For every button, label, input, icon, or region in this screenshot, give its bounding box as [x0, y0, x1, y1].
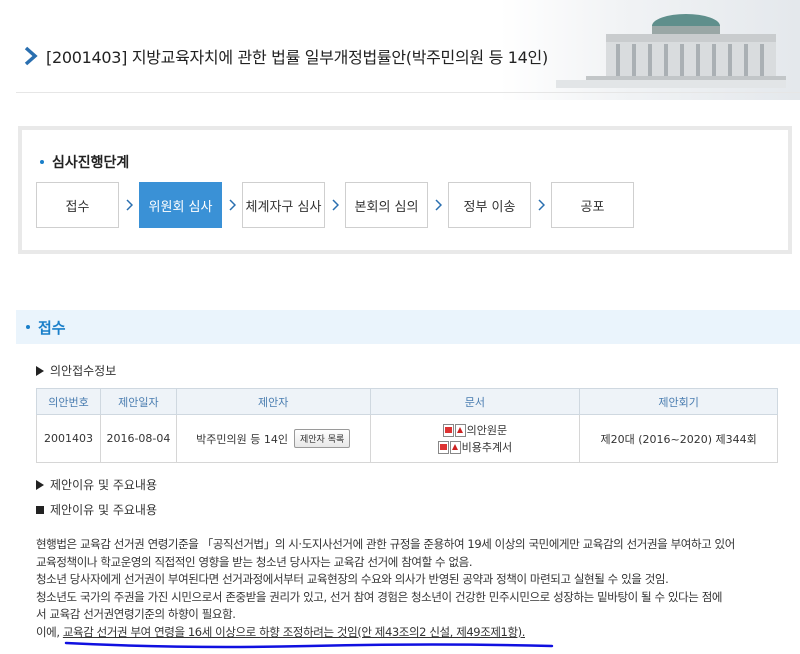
page-title-row: [2001403] 지방교육자치에 관한 법률 일부개정법률안(박주민의원 등 … — [24, 44, 548, 68]
pen-underline-annotation — [64, 641, 554, 649]
chevron-right-icon — [428, 199, 448, 211]
stage-title: 심사진행단계 — [40, 152, 129, 172]
col-header-proposer: 제안자 — [175, 388, 371, 415]
reason-body: 현행법은 교육감 선거권 연령기준을 「공직선거법」의 시·도지사선거에 관한 … — [36, 536, 786, 642]
header-divider — [16, 92, 800, 93]
chevron-right-icon — [531, 199, 551, 211]
step-plenary[interactable]: 본회의 심의 — [345, 182, 428, 228]
doc-link-cost-estimate[interactable]: 비용추계서 — [371, 439, 580, 455]
col-header-session: 제안회기 — [579, 388, 778, 415]
col-header-documents: 문서 — [369, 388, 581, 415]
col-header-bill-no: 의안번호 — [36, 388, 101, 415]
body-line: 교육정책이나 학교운영의 직접적인 영향을 받는 청소년 당사자는 교육감 선거… — [36, 554, 473, 569]
chevron-right-icon — [119, 199, 139, 211]
reason-heading-label: 제안이유 및 주요내용 — [50, 503, 157, 517]
step-legal-review[interactable]: 체계자구 심사 — [242, 182, 325, 228]
assembly-building-image — [556, 14, 786, 88]
body-line: 현행법은 교육감 선거권 연령기준을 「공직선거법」의 시·도지사선거에 관한 … — [36, 537, 735, 551]
cell-date: 2016-08-04 — [99, 414, 177, 463]
chevron-right-icon — [24, 46, 38, 66]
proposer-list-button[interactable]: 제안자 목록 — [294, 429, 351, 448]
page-header: [2001403] 지방교육자치에 관한 법률 일부개정법률안(박주민의원 등 … — [0, 0, 800, 100]
body-line: 서 교육감 선거권연령기준의 하향이 필요함. — [36, 607, 236, 622]
square-bullet-icon — [36, 505, 44, 514]
triangle-right-icon — [36, 479, 44, 490]
cell-bill-no: 2001403 — [36, 414, 101, 463]
doc-link-bill-text[interactable]: 의안원문 — [371, 422, 580, 438]
hwp-file-icon — [442, 423, 454, 437]
step-receipt[interactable]: 접수 — [36, 182, 119, 228]
body-line-last: 이에, 교육감 선거권 부여 연령을 16세 이상으로 하향 조정하려는 것임(… — [36, 624, 786, 642]
doc-label-bill-text: 의안원문 — [466, 424, 508, 437]
last-line-prefix: 이에, — [36, 624, 63, 639]
page-title: [2001403] 지방교육자치에 관한 법률 일부개정법률안(박주민의원 등 … — [46, 48, 548, 67]
body-line: 청소년 당사자에게 선거권이 부여된다면 선거과정에서부터 교육현장의 수요와 … — [36, 572, 669, 587]
step-promulgation[interactable]: 공포 — [551, 182, 634, 228]
table-row: 2001403 2016-08-04 박주민의원 등 14인 제안자 목록 의안… — [36, 414, 778, 463]
stage-title-text: 심사진행단계 — [52, 155, 130, 171]
highlighted-sentence: 교육감 선거권 부여 연령을 16세 이상으로 하향 조정하려는 것임(안 제4… — [62, 624, 526, 639]
table-header-row: 의안번호 제안일자 제안자 문서 제안회기 — [36, 388, 778, 415]
body-line: 청소년도 국가의 주권을 가진 시민으로서 존중받을 권리가 있고, 선거 참여… — [36, 589, 723, 604]
step-committee-review[interactable]: 위원회 심사 — [139, 182, 222, 228]
bill-info-table: 의안번호 제안일자 제안자 문서 제안회기 2001403 2016-08-04… — [36, 388, 778, 463]
receipt-info-heading[interactable]: 의안접수정보 — [36, 362, 116, 379]
chevron-right-icon — [222, 199, 242, 211]
reason-toggle-label: 제안이유 및 주요내용 — [50, 478, 157, 492]
section-header-receipt: 접수 — [16, 310, 800, 344]
cell-proposer: 박주민의원 등 14인 제안자 목록 — [175, 414, 371, 463]
pdf-file-icon — [449, 440, 461, 454]
doc-label-cost-estimate: 비용추계서 — [461, 441, 513, 454]
col-header-date: 제안일자 — [99, 388, 177, 415]
pdf-file-icon — [454, 423, 466, 437]
step-government-transfer[interactable]: 정부 이송 — [448, 182, 531, 228]
section-title: 접수 — [38, 318, 66, 337]
cell-documents: 의안원문 비용추계서 — [369, 414, 581, 463]
reason-heading: 제안이유 및 주요내용 — [36, 501, 157, 518]
bullet-dot-icon — [26, 325, 30, 329]
receipt-info-label: 의안접수정보 — [50, 364, 117, 378]
reason-toggle[interactable]: 제안이유 및 주요내용 — [36, 476, 157, 493]
stage-steps: 접수 위원회 심사 체계자구 심사 본회의 심의 정부 이송 공포 — [36, 182, 634, 228]
cell-session: 제20대 (2016~2020) 제344회 — [579, 414, 778, 463]
chevron-right-icon — [325, 199, 345, 211]
bullet-dot-icon — [40, 160, 44, 164]
review-stage-panel: 심사진행단계 접수 위원회 심사 체계자구 심사 본회의 심의 정부 이송 공포 — [18, 126, 792, 254]
hwp-file-icon — [437, 440, 449, 454]
proposer-name: 박주민의원 등 14인 — [196, 432, 288, 446]
triangle-right-icon — [36, 365, 44, 376]
